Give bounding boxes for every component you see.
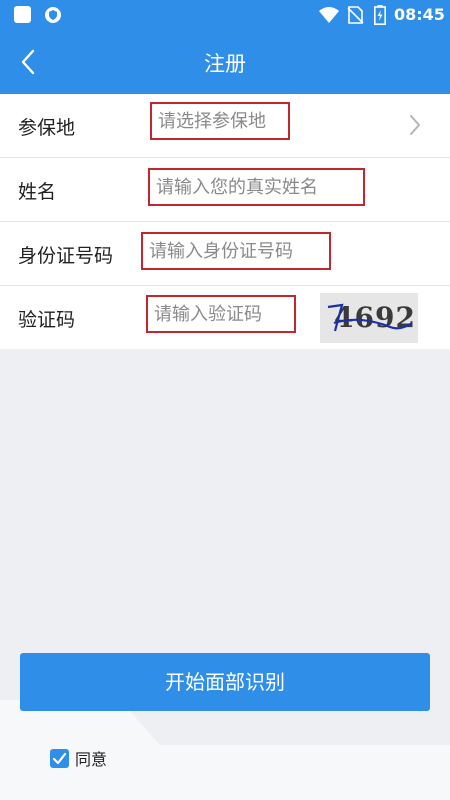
insurance-location-select[interactable] [150, 102, 290, 140]
clock: 08:45 [394, 5, 445, 24]
app-icon [14, 6, 31, 23]
start-face-recognition-button[interactable]: 开始面部识别 [20, 653, 430, 711]
no-sim-icon [347, 6, 364, 24]
top-nav-bar: 注册 [0, 30, 450, 94]
name-label: 姓名 [18, 181, 57, 203]
row-insurance-location[interactable]: 参保地 [0, 94, 450, 158]
name-input[interactable] [148, 168, 365, 206]
status-bar: 08:45 [0, 0, 450, 30]
agreement: 同意 [50, 746, 107, 770]
id-number-input[interactable] [141, 232, 331, 270]
wifi-icon [319, 7, 339, 23]
captcha-label: 验证码 [18, 309, 76, 331]
row-name: 姓名 [0, 158, 450, 222]
battery-charging-icon [374, 5, 386, 25]
agree-checkbox[interactable] [50, 748, 69, 768]
shield-app-icon [45, 7, 61, 23]
insurance-location-label: 参保地 [18, 117, 76, 139]
chevron-right-icon[interactable] [405, 112, 425, 138]
captcha-image[interactable]: 4692 [320, 293, 418, 343]
id-number-label: 身份证号码 [18, 245, 114, 267]
captcha-noise-line [327, 303, 413, 332]
row-id-number: 身份证号码 [0, 222, 450, 286]
registration-form: 参保地 姓名 身份证号码 验证码 4692 [0, 94, 450, 349]
row-captcha: 验证码 4692 [0, 286, 450, 349]
captcha-input[interactable] [146, 295, 296, 333]
agree-label: 同意 [75, 750, 108, 769]
check-icon [52, 752, 67, 764]
page-title: 注册 [204, 52, 246, 76]
